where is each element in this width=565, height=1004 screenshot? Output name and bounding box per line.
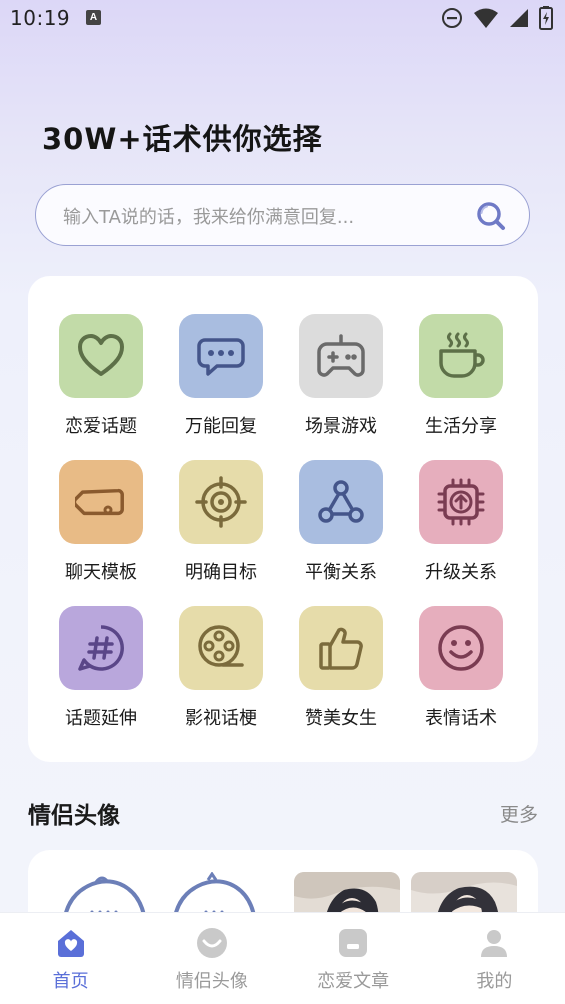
feature-label: 赞美女生 [305,708,377,729]
feature-label: 场景游戏 [305,416,377,437]
page-headline: 30W+话术供你选择 [42,122,323,156]
feature-label: 恋爱话题 [65,416,137,437]
feature-grid-card: 恋爱话题 万能回复 场景游戏 生活分享 聊天模板 明确目标 平衡关系 升级关系 … [28,276,538,762]
chat-bubble-icon [197,338,245,376]
search-placeholder: 输入TA说的话，我来给你满意回复... [63,207,355,228]
couple-avatar-icon [196,928,227,958]
feature-balance-relationship[interactable]: 平衡关系 [281,460,401,606]
tab-mine[interactable]: 我的 [424,913,565,1004]
feature-tile [419,460,503,544]
feature-label: 平衡关系 [305,562,377,583]
status-bar: 10:19 A [0,0,565,38]
feature-tile [299,460,383,544]
heart-icon [78,334,124,376]
search-icon[interactable] [475,200,507,232]
gamepad-icon [317,334,365,377]
feature-label: 话题延伸 [65,708,137,729]
tab-label: 我的 [476,971,513,992]
more-link[interactable]: 更多 [500,800,538,827]
feature-tile [59,460,143,544]
feature-praise-girls[interactable]: 赞美女生 [281,606,401,752]
thumbs-up-icon [319,627,363,670]
feature-tile [179,314,263,398]
status-time: 10:19 [10,6,71,30]
feature-label: 万能回复 [185,416,257,437]
tab-home[interactable]: 首页 [0,913,141,1004]
tab-couple-avatars[interactable]: 情侣头像 [141,913,282,1004]
target-icon [195,476,247,528]
do-not-disturb-icon [442,8,462,28]
wifi-icon [474,8,498,28]
feature-topic-extension[interactable]: 话题延伸 [41,606,161,752]
feature-tile [419,314,503,398]
feature-life-sharing[interactable]: 生活分享 [401,314,521,460]
upgrade-chip-icon [437,478,485,526]
tab-label: 恋爱文章 [317,971,390,992]
home-heart-icon [57,930,84,957]
feature-emoji-talk[interactable]: 表情话术 [401,606,521,752]
tab-label: 首页 [52,971,89,992]
feature-chat-templates[interactable]: 聊天模板 [41,460,161,606]
feature-scene-games[interactable]: 场景游戏 [281,314,401,460]
feature-tile [299,606,383,690]
article-icon [339,929,368,957]
feature-tile [419,606,503,690]
section-title: 情侣头像 [28,803,120,829]
feature-tile [299,314,383,398]
bottom-tab-bar: 首页 情侣头像 恋爱文章 我的 [0,912,565,1004]
feature-label: 明确目标 [185,562,257,583]
feature-universal-reply[interactable]: 万能回复 [161,314,281,460]
feature-tile [179,606,263,690]
coffee-cup-icon [439,332,485,378]
feature-tile [179,460,263,544]
feature-upgrade-relationship[interactable]: 升级关系 [401,460,521,606]
tag-icon [75,488,124,516]
search-input[interactable]: 输入TA说的话，我来给你满意回复... [35,184,530,246]
feature-tile [59,314,143,398]
feature-tile [59,606,143,690]
feature-label: 生活分享 [425,416,497,437]
feature-film-memes[interactable]: 影视话梗 [161,606,281,752]
tab-love-articles[interactable]: 恋爱文章 [283,913,424,1004]
couple-avatars-header: 情侣头像 更多 [28,796,538,829]
battery-icon [539,6,553,30]
hashtag-icon [78,625,124,671]
feature-label: 表情话术 [425,708,497,729]
feature-label: 聊天模板 [65,562,137,583]
feature-label: 升级关系 [425,562,497,583]
tab-label: 情侣头像 [175,971,248,992]
status-icons [441,6,553,30]
feature-label: 影视话梗 [185,708,257,729]
film-reel-icon [198,625,244,667]
network-icon [318,480,364,523]
feature-grid: 恋爱话题 万能回复 场景游戏 生活分享 聊天模板 明确目标 平衡关系 升级关系 … [41,314,521,752]
user-icon [481,930,508,957]
notification-a-icon: A [86,10,101,25]
feature-clear-goal[interactable]: 明确目标 [161,460,281,606]
smiley-icon [438,625,484,671]
feature-love-topics[interactable]: 恋爱话题 [41,314,161,460]
cell-signal-icon [510,9,528,27]
